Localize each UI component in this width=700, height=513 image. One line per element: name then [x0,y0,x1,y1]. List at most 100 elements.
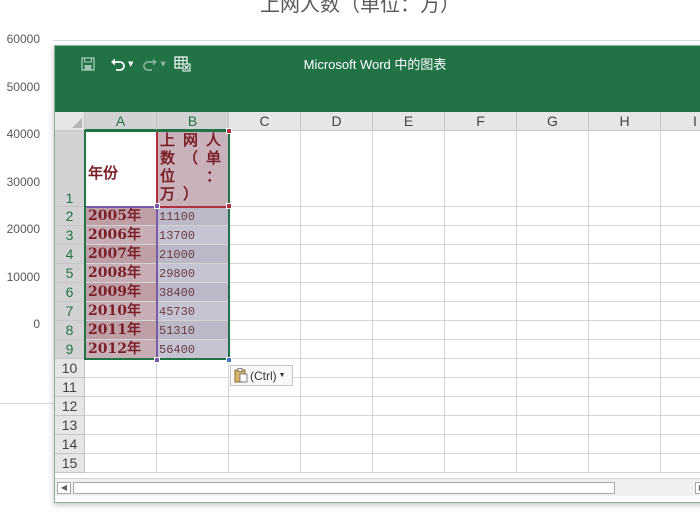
empty-cell[interactable] [517,416,589,435]
empty-cell[interactable] [301,302,373,321]
column-header-d[interactable]: D [301,112,373,131]
row-header-1[interactable]: 1 [55,131,85,207]
empty-cell[interactable] [229,245,301,264]
column-header-e[interactable]: E [373,112,445,131]
cell-a1[interactable]: 年份 [85,131,157,207]
empty-cell[interactable] [445,226,517,245]
empty-cell[interactable] [373,416,445,435]
cell-year[interactable]: 2007年 [85,245,157,264]
empty-cell[interactable] [229,207,301,226]
empty-cell[interactable] [229,264,301,283]
empty-cell[interactable] [589,454,661,473]
empty-cell[interactable] [373,397,445,416]
empty-cell[interactable] [661,207,700,226]
empty-cell[interactable] [445,454,517,473]
empty-cell[interactable] [301,397,373,416]
empty-cell[interactable] [373,283,445,302]
empty-cell[interactable] [85,416,157,435]
empty-cell[interactable] [445,283,517,302]
column-header-i[interactable]: I [661,112,700,131]
paste-options-button[interactable]: (Ctrl) ▼ [230,365,293,386]
empty-cell[interactable] [85,378,157,397]
column-header-g[interactable]: G [517,112,589,131]
empty-cell[interactable] [517,226,589,245]
empty-cell[interactable] [661,416,700,435]
empty-cell[interactable] [589,131,661,207]
empty-cell[interactable] [373,245,445,264]
row-header-6[interactable]: 6 [55,283,85,302]
empty-cell[interactable] [229,321,301,340]
empty-cell[interactable] [229,397,301,416]
empty-cell[interactable] [661,283,700,302]
empty-cell[interactable] [589,207,661,226]
empty-cell[interactable] [157,359,229,378]
cell-value[interactable]: 38400 [157,283,229,302]
cell-value[interactable]: 11100 [157,207,229,226]
row-header-13[interactable]: 13 [55,416,85,435]
empty-cell[interactable] [589,378,661,397]
column-header-h[interactable]: H [589,112,661,131]
empty-cell[interactable] [517,321,589,340]
empty-cell[interactable] [517,207,589,226]
empty-cell[interactable] [301,321,373,340]
empty-cell[interactable] [589,340,661,359]
cell-value[interactable]: 45730 [157,302,229,321]
empty-cell[interactable] [229,302,301,321]
empty-cell[interactable] [373,302,445,321]
empty-cell[interactable] [661,245,700,264]
row-header-12[interactable]: 12 [55,397,85,416]
empty-cell[interactable] [373,226,445,245]
empty-cell[interactable] [661,454,700,473]
empty-cell[interactable] [589,264,661,283]
resize-handle[interactable] [226,357,232,363]
cell-year[interactable]: 2008年 [85,264,157,283]
empty-cell[interactable] [229,340,301,359]
empty-cell[interactable] [373,435,445,454]
empty-cell[interactable] [589,283,661,302]
empty-cell[interactable] [589,416,661,435]
empty-cell[interactable] [373,264,445,283]
cell-value[interactable]: 51310 [157,321,229,340]
resize-handle[interactable] [154,357,160,363]
empty-cell[interactable] [661,264,700,283]
empty-cell[interactable] [229,454,301,473]
empty-cell[interactable] [301,359,373,378]
cell-year[interactable]: 2010年 [85,302,157,321]
empty-cell[interactable] [517,340,589,359]
empty-cell[interactable] [301,245,373,264]
cell-year[interactable]: 2006年 [85,226,157,245]
empty-cell[interactable] [301,207,373,226]
empty-cell[interactable] [517,359,589,378]
empty-cell[interactable] [157,416,229,435]
empty-cell[interactable] [445,416,517,435]
cell-year[interactable]: 2005年 [85,207,157,226]
column-header-f[interactable]: F [445,112,517,131]
empty-cell[interactable] [589,435,661,454]
empty-cell[interactable] [517,378,589,397]
empty-cell[interactable] [661,226,700,245]
empty-cell[interactable] [445,131,517,207]
empty-cell[interactable] [517,245,589,264]
cell-value[interactable]: 56400 [157,340,229,359]
empty-cell[interactable] [301,378,373,397]
row-header-8[interactable]: 8 [55,321,85,340]
empty-cell[interactable] [445,435,517,454]
empty-cell[interactable] [445,321,517,340]
empty-cell[interactable] [229,226,301,245]
empty-cell[interactable] [517,302,589,321]
empty-cell[interactable] [301,226,373,245]
scrollbar-thumb[interactable] [73,482,615,494]
empty-cell[interactable] [661,397,700,416]
empty-cell[interactable] [229,283,301,302]
empty-cell[interactable] [301,416,373,435]
empty-cell[interactable] [589,359,661,378]
empty-cell[interactable] [445,245,517,264]
empty-cell[interactable] [373,378,445,397]
empty-cell[interactable] [661,321,700,340]
empty-cell[interactable] [373,359,445,378]
empty-cell[interactable] [661,302,700,321]
row-header-4[interactable]: 4 [55,245,85,264]
empty-cell[interactable] [517,264,589,283]
resize-handle[interactable] [154,203,160,209]
empty-cell[interactable] [589,302,661,321]
